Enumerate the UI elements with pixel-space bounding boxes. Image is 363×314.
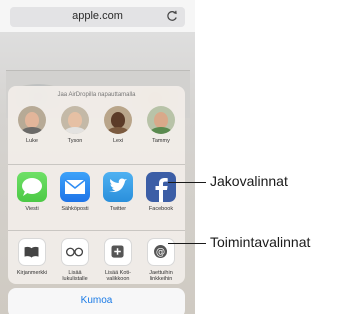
airdrop-contacts: Luke Tyson Lexi Tammy [8,100,185,168]
callout-share-options: Jakovalinnat [210,173,288,189]
cancel-label: Kumoa [80,295,113,306]
share-app-label: Sähköposti [61,206,89,212]
plus-square-icon [104,238,132,266]
share-app-messages[interactable]: Viesti [14,172,50,212]
person-avatar [18,106,46,134]
contact-name: Luke [26,138,38,144]
action-label: Lisää Koti-valikkoon [105,270,131,283]
url-text: apple.com [72,10,123,22]
action-label: Jaettuihin linkkeihin [149,270,173,283]
share-app-twitter[interactable]: Twitter [100,172,136,212]
callout-line-actions [168,243,206,244]
callout-line-share [168,182,206,183]
share-sheet: Jaa AirDropilla napauttamalla Luke Tyson… [8,86,185,284]
address-bar: apple.com [0,0,195,32]
person-avatar [61,106,89,134]
book-icon [18,238,46,266]
contact-name: Lexi [112,138,124,144]
share-apps-row: Viesti Sähköposti Twitter Facebook [8,164,185,230]
airdrop-contact[interactable]: Lexi [100,100,136,144]
airdrop-contact[interactable]: Luke [14,100,50,144]
airdrop-contact[interactable]: Tammy [143,100,179,144]
share-app-mail[interactable]: Sähköposti [57,172,93,212]
person-avatar [104,106,132,134]
action-label: Lisää lukulistalle [62,270,88,283]
share-app-label: Twitter [109,206,127,212]
url-field[interactable]: apple.com [10,7,185,27]
contact-name: Tyson [67,138,83,144]
contact-name: Tammy [152,138,170,144]
glasses-icon [61,238,89,266]
reload-icon[interactable] [165,9,179,23]
share-app-label: Viesti [25,206,39,212]
mail-icon [60,172,90,202]
airdrop-title: Jaa AirDropilla napauttamalla [57,92,136,98]
cancel-button[interactable]: Kumoa [8,288,185,314]
svg-text:@: @ [156,247,165,258]
action-label: Kirjanmerkki [16,270,48,276]
action-bookmark[interactable]: Kirjanmerkki [14,238,50,276]
phone-screen: apple.com Jaa AirDropilla napauttamalla … [0,0,195,314]
share-app-label: Facebook [148,206,174,212]
callout-action-options: Toimintavalinnat [210,234,311,250]
action-shared-links[interactable]: @ Jaettuihin linkkeihin [143,238,179,283]
action-add-home[interactable]: Lisää Koti-valikkoon [100,238,136,283]
actions-row: Kirjanmerkki Lisää lukulistalle Lisää Ko… [8,230,185,284]
facebook-icon [146,172,176,202]
messages-icon [17,172,47,202]
action-reading-list[interactable]: Lisää lukulistalle [57,238,93,283]
share-app-facebook[interactable]: Facebook [143,172,179,212]
person-avatar [147,106,175,134]
twitter-icon [103,172,133,202]
airdrop-contact[interactable]: Tyson [57,100,93,144]
